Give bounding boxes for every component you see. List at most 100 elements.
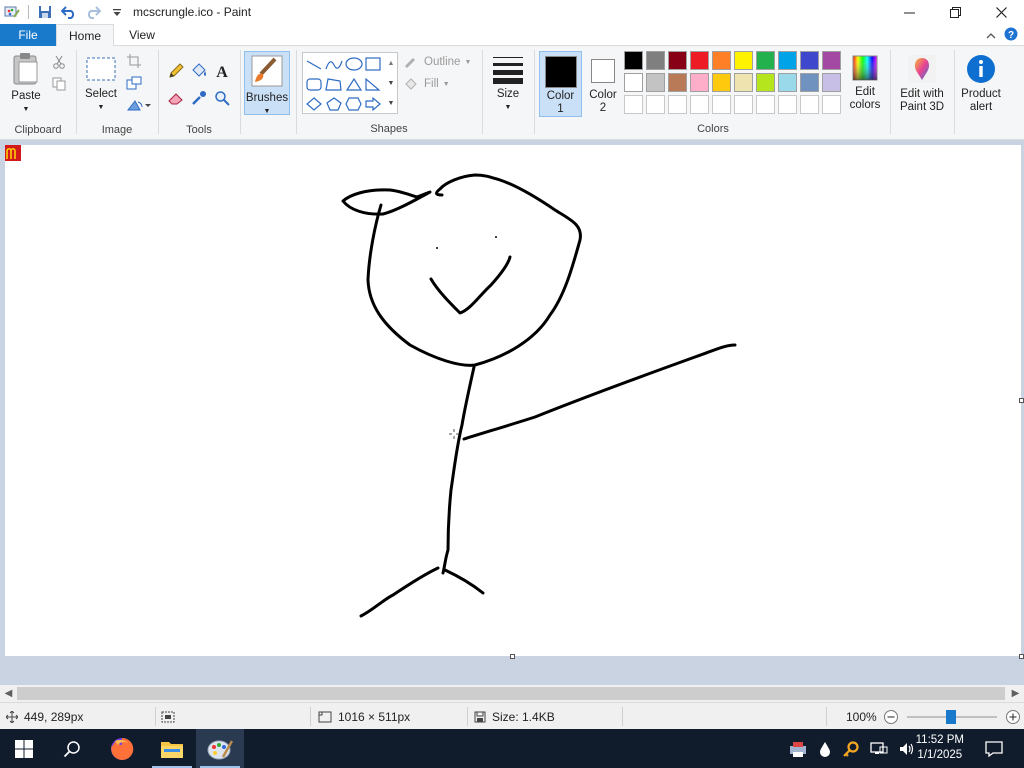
tab-file[interactable]: File: [0, 24, 56, 46]
palette-swatch[interactable]: [624, 73, 643, 92]
cut-icon[interactable]: [50, 53, 68, 71]
action-center-button[interactable]: [970, 729, 1018, 768]
minimize-ribbon-icon[interactable]: [986, 29, 996, 43]
palette-swatch[interactable]: [756, 51, 775, 70]
shapes-scroll-up-icon[interactable]: ▲: [386, 54, 396, 72]
resize-handle-bottom[interactable]: [510, 654, 515, 659]
taskbar-paint[interactable]: [196, 729, 244, 768]
resize-handle-corner[interactable]: [1019, 654, 1024, 659]
zoom-in-icon[interactable]: [1005, 709, 1021, 725]
palette-swatch[interactable]: [778, 51, 797, 70]
scroll-right-icon[interactable]: ▶: [1007, 685, 1024, 702]
customize-toolbar-icon[interactable]: [109, 4, 125, 20]
horizontal-scrollbar[interactable]: ◀ ▶: [0, 685, 1024, 702]
palette-swatch[interactable]: [690, 95, 709, 114]
palette-swatch[interactable]: [800, 95, 819, 114]
undo-icon[interactable]: [61, 4, 77, 20]
product-alert-button[interactable]: Product alert: [958, 54, 1004, 114]
palette-swatch[interactable]: [800, 73, 819, 92]
palette-swatch[interactable]: [646, 73, 665, 92]
start-button[interactable]: [0, 729, 48, 768]
tab-view[interactable]: View: [114, 24, 170, 46]
network-icon[interactable]: [870, 740, 888, 758]
quick-access-toolbar: [0, 0, 125, 24]
palette-swatch[interactable]: [646, 95, 665, 114]
edit-colors-button[interactable]: Edit colors: [844, 54, 886, 112]
zoom-level[interactable]: 100%: [846, 710, 877, 724]
paste-button[interactable]: Paste ▼: [6, 52, 46, 116]
palette-swatch[interactable]: [822, 51, 841, 70]
resize-icon[interactable]: [125, 74, 143, 92]
color-picker-icon[interactable]: [190, 89, 208, 107]
shapes-scroll-down-icon[interactable]: ▼: [386, 74, 396, 92]
zoom-out-icon[interactable]: [883, 709, 899, 725]
palette-swatch[interactable]: [624, 95, 643, 114]
palette-swatch[interactable]: [756, 73, 775, 92]
water-drop-icon[interactable]: [818, 740, 832, 758]
brushes-button[interactable]: Brushes ▼: [244, 51, 290, 115]
palette-swatch[interactable]: [822, 95, 841, 114]
restore-button[interactable]: [932, 0, 978, 24]
palette-swatch[interactable]: [712, 95, 731, 114]
edit-with-paint3d-button[interactable]: Edit with Paint 3D: [894, 54, 950, 114]
scroll-left-icon[interactable]: ◀: [0, 685, 17, 702]
crop-icon[interactable]: [125, 52, 143, 70]
redo-icon[interactable]: [85, 4, 101, 20]
fill-bucket-icon[interactable]: [190, 62, 208, 80]
palette-swatch[interactable]: [756, 95, 775, 114]
resize-handle-right[interactable]: [1019, 398, 1024, 403]
palette-swatch[interactable]: [822, 73, 841, 92]
minimize-button[interactable]: [886, 0, 932, 24]
rotate-icon[interactable]: [125, 96, 153, 114]
size-button[interactable]: Size ▼: [488, 54, 528, 114]
color2-button[interactable]: Color 2: [584, 51, 622, 117]
palette-swatch[interactable]: [778, 73, 797, 92]
scrollbar-thumb[interactable]: [17, 687, 1005, 700]
help-icon[interactable]: ?: [1004, 27, 1018, 44]
select-button[interactable]: Select ▼: [83, 54, 119, 114]
palette-swatch[interactable]: [624, 51, 643, 70]
save-icon[interactable]: [37, 4, 53, 20]
zoom-slider[interactable]: [905, 709, 999, 725]
shapes-expand-icon[interactable]: ▼: [386, 94, 396, 112]
close-button[interactable]: [978, 0, 1024, 24]
palette-swatch[interactable]: [734, 95, 753, 114]
clock[interactable]: 11:52 PM 1/1/2025: [916, 733, 964, 763]
palette-swatch[interactable]: [734, 73, 753, 92]
text-icon[interactable]: A: [213, 62, 231, 80]
palette-swatch[interactable]: [734, 51, 753, 70]
drawing-canvas[interactable]: [5, 145, 1021, 656]
eraser-icon[interactable]: [167, 89, 185, 107]
right-triangle-icon: [365, 77, 381, 91]
color-spectrum-icon: [852, 55, 878, 81]
palette-swatch[interactable]: [690, 73, 709, 92]
shapes-group-label: Shapes: [370, 123, 408, 135]
palette-swatch[interactable]: [668, 51, 687, 70]
taskbar-firefox[interactable]: [98, 729, 146, 768]
key-icon[interactable]: [842, 740, 860, 758]
palette-swatch[interactable]: [712, 51, 731, 70]
palette-swatch[interactable]: [712, 73, 731, 92]
copy-icon[interactable]: [50, 75, 68, 93]
fill-button[interactable]: Fill ▼: [404, 77, 450, 91]
printer-icon[interactable]: [788, 740, 808, 758]
palette-swatch[interactable]: [668, 95, 687, 114]
palette-swatch[interactable]: [800, 51, 819, 70]
magnifier-icon[interactable]: [213, 89, 231, 107]
status-bar: 449, 289px 1016 × 511px Size: 1.4KB 100%: [0, 702, 1024, 729]
tab-home[interactable]: Home: [56, 24, 114, 47]
chevron-down-icon: ▼: [442, 80, 450, 88]
divider: [467, 707, 468, 726]
shapes-gallery[interactable]: [302, 52, 398, 114]
outline-button[interactable]: Outline ▼: [404, 55, 471, 69]
volume-icon[interactable]: [898, 740, 916, 758]
palette-swatch[interactable]: [778, 95, 797, 114]
pencil-icon[interactable]: [167, 62, 185, 80]
color1-button[interactable]: Color 1: [539, 51, 582, 117]
palette-swatch[interactable]: [668, 73, 687, 92]
palette-swatch[interactable]: [646, 51, 665, 70]
palette-swatch[interactable]: [690, 51, 709, 70]
taskbar-file-explorer[interactable]: [148, 729, 196, 768]
paint-app-icon[interactable]: [4, 4, 20, 20]
search-button[interactable]: [48, 729, 96, 768]
